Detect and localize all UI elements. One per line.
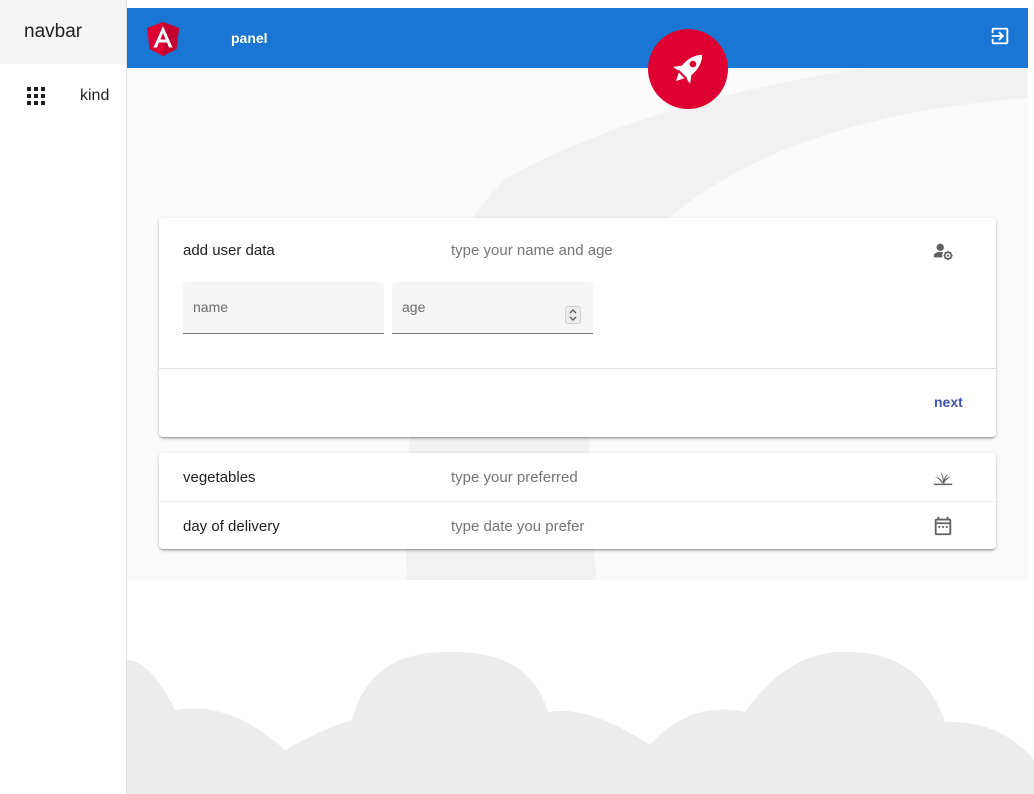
panel-header-vegetables[interactable]: vegetables type your preferred xyxy=(159,453,996,501)
panel-description: type your name and age xyxy=(451,242,613,259)
name-field[interactable]: name xyxy=(183,282,384,334)
angular-logo-icon xyxy=(147,22,179,56)
panel-description: type date you prefer xyxy=(451,518,585,535)
age-field[interactable]: age xyxy=(392,282,593,334)
sidebar-item-kind[interactable]: kind xyxy=(0,72,126,120)
panel-divider xyxy=(159,368,996,369)
rocket-badge xyxy=(648,29,728,109)
age-field-label: age xyxy=(402,299,426,315)
manage-accounts-icon xyxy=(933,243,953,261)
grass-icon xyxy=(933,472,953,486)
panel-header-day-of-delivery[interactable]: day of delivery type date you prefer xyxy=(159,501,996,550)
sidebar-item-label: kind xyxy=(80,87,110,104)
panel-title: vegetables xyxy=(183,469,256,486)
sidebar: navbar kind xyxy=(0,0,127,794)
logout-icon xyxy=(991,27,1009,45)
calendar-icon xyxy=(934,516,952,536)
panel-title: day of delivery xyxy=(183,518,280,535)
panel-description: type your preferred xyxy=(451,469,578,486)
main-content: panel add user data type your name and a… xyxy=(127,8,1028,580)
top-toolbar: panel xyxy=(127,8,1028,68)
name-field-label: name xyxy=(193,299,229,315)
next-button[interactable]: next xyxy=(934,394,963,410)
apps-icon xyxy=(27,87,45,105)
age-stepper[interactable] xyxy=(565,306,581,324)
logout-button[interactable] xyxy=(986,22,1014,50)
sidebar-title: navbar xyxy=(0,0,126,64)
panel-header-add-user-data[interactable]: add user data type your name and age xyxy=(159,218,996,282)
collapsed-panels: vegetables type your preferred day of de… xyxy=(159,453,996,549)
panel-add-user-data: add user data type your name and age nam… xyxy=(159,218,996,437)
toolbar-title: panel xyxy=(231,30,268,46)
panel-title: add user data xyxy=(183,242,275,259)
rocket-icon xyxy=(673,54,703,84)
stepper-arrows-icon xyxy=(569,309,577,321)
